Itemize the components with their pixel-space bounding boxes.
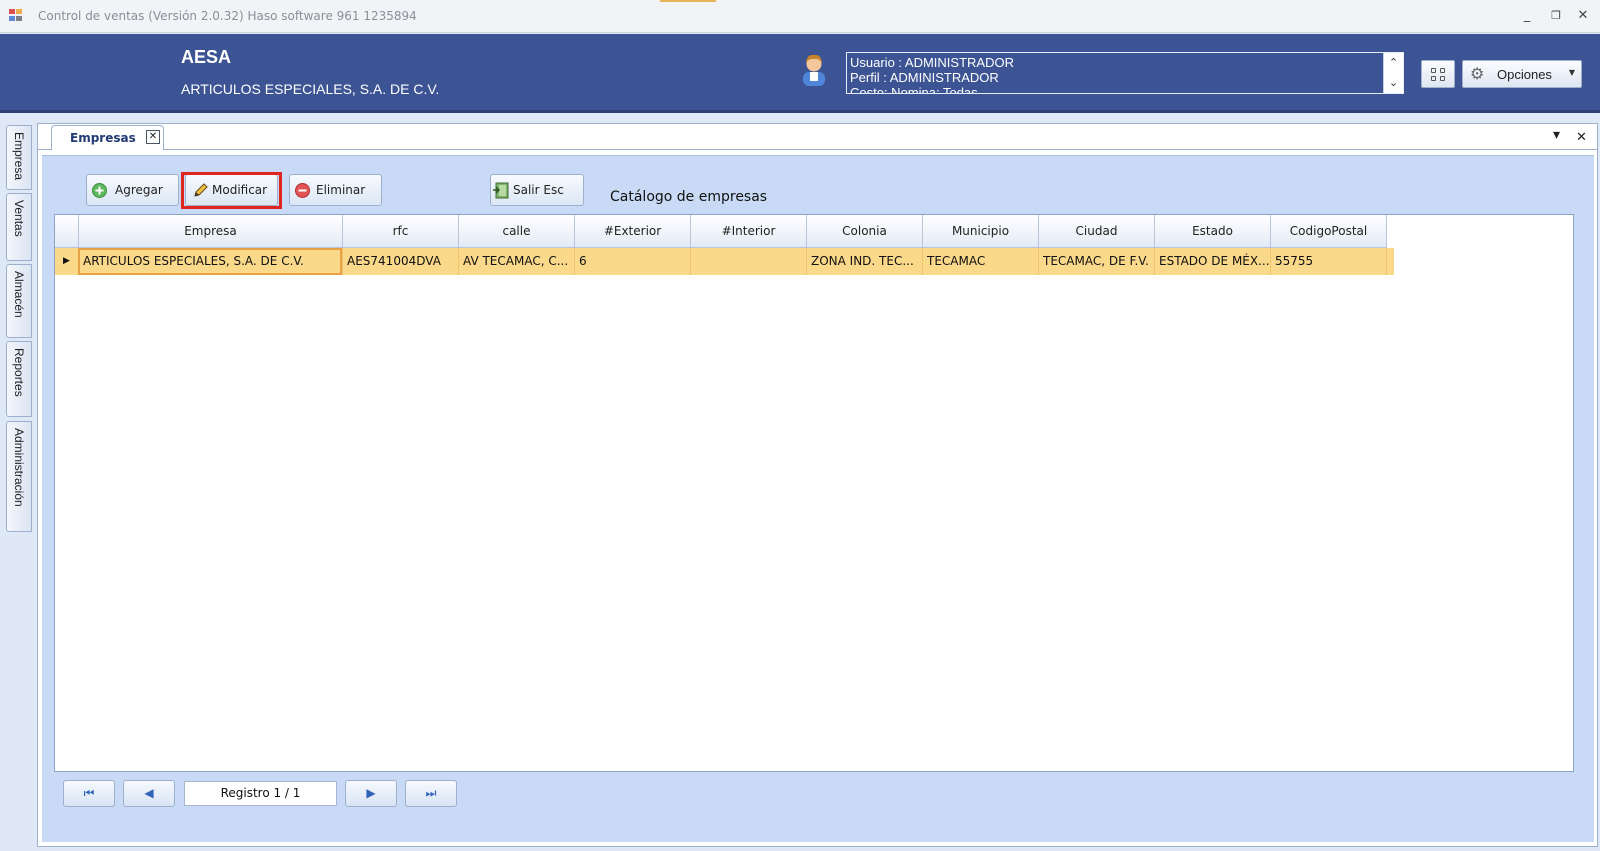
side-tab-label: Administración	[12, 428, 26, 507]
cell-colonia[interactable]: ZONA IND. TEC...	[807, 248, 923, 275]
page-title: Catálogo de empresas	[610, 189, 768, 205]
column-header-calle[interactable]: calle	[459, 215, 575, 248]
prev-icon: ◀	[144, 786, 154, 800]
options-label: Opciones	[1497, 67, 1552, 82]
cell-municipio[interactable]: TECAMAC	[923, 248, 1039, 275]
last-record-button[interactable]: ⏭	[405, 780, 457, 807]
company-name: ARTICULOS ESPECIALES, S.A. DE C.V.	[181, 81, 440, 97]
first-icon: ⏮	[83, 786, 95, 800]
data-grid[interactable]: Empresa rfc calle #Exterior #Interior Co…	[54, 214, 1574, 772]
scroll-up-icon[interactable]: ⌃	[1384, 53, 1403, 73]
chevron-down-icon: ▼	[1568, 68, 1575, 77]
options-button[interactable]: ⚙ Opciones ▼	[1462, 60, 1582, 88]
user-info-lines: Usuario : ADMINISTRADOR Perfil : ADMINIS…	[850, 55, 1370, 93]
user-info-scrollbar[interactable]: ⌃ ⌄	[1383, 53, 1403, 93]
gear-icon: ⚙	[1470, 64, 1485, 83]
column-header-empresa[interactable]: Empresa	[79, 215, 343, 248]
row-indicator-icon: ▶	[63, 256, 70, 266]
window-title: Control de ventas (Versión 2.0.32) Haso …	[38, 9, 417, 23]
side-tab-ventas[interactable]: Ventas	[6, 193, 32, 261]
apps-grid-button[interactable]	[1421, 60, 1455, 88]
column-header-interior[interactable]: #Interior	[691, 215, 807, 248]
cell-rfc[interactable]: AES741004DVA	[343, 248, 459, 275]
title-accent	[660, 0, 716, 2]
record-position-field[interactable]: Registro 1 / 1	[184, 781, 337, 806]
side-tab-label: Almacén	[12, 271, 26, 318]
side-tab-empresa[interactable]: Empresa	[6, 125, 32, 190]
close-button[interactable]: ✕	[1572, 6, 1594, 26]
minimize-button[interactable]: _	[1516, 6, 1538, 26]
grid-icon	[1431, 68, 1436, 73]
close-tab-icon[interactable]: ✕	[146, 130, 160, 144]
column-header-estado[interactable]: Estado	[1155, 215, 1271, 248]
cell-estado[interactable]: ESTADO DE MÉX...	[1155, 248, 1271, 275]
table-row[interactable]: ▶ ARTICULOS ESPECIALES, S.A. DE C.V. AES…	[55, 248, 1394, 275]
side-tab-administracion[interactable]: Administración	[6, 421, 32, 532]
tab-label: Empresas	[70, 131, 136, 145]
cell-ciudad[interactable]: TECAMAC, DE F.V.	[1039, 248, 1155, 275]
side-tab-reportes[interactable]: Reportes	[6, 341, 32, 417]
exit-button[interactable]: Salir Esc	[490, 174, 584, 206]
column-header-exterior[interactable]: #Exterior	[575, 215, 691, 248]
brand-name: AESA	[181, 47, 232, 67]
next-record-button[interactable]: ▶	[345, 780, 397, 807]
column-header-municipio[interactable]: Municipio	[923, 215, 1039, 248]
column-header-codigopostal[interactable]: CodigoPostal	[1271, 215, 1387, 248]
column-header-colonia[interactable]: Colonia	[807, 215, 923, 248]
side-tab-label: Empresa	[12, 132, 26, 181]
focused-cell-outline	[78, 248, 342, 275]
cost-line: Costo: Nomina: Todas	[850, 85, 978, 93]
tab-strip-divider	[37, 149, 1598, 150]
app-icon	[9, 9, 23, 22]
first-record-button[interactable]: ⏮	[63, 780, 115, 807]
title-bar: Control de ventas (Versión 2.0.32) Haso …	[0, 0, 1600, 33]
delete-button[interactable]: Eliminar	[289, 174, 382, 206]
plus-icon	[92, 183, 107, 198]
close-document-icon[interactable]: ✕	[1576, 130, 1587, 145]
add-button[interactable]: Agregar	[86, 174, 179, 206]
exit-door-icon	[493, 182, 509, 199]
cell-codigopostal[interactable]: 55755	[1271, 248, 1387, 275]
side-tab-label: Ventas	[12, 200, 26, 237]
modify-highlight	[181, 172, 282, 209]
cell-interior[interactable]	[691, 248, 807, 275]
profile-line: Perfil : ADMINISTRADOR	[850, 70, 999, 85]
side-tab-label: Reportes	[12, 348, 26, 397]
tab-empresas[interactable]: Empresas ✕	[51, 125, 164, 150]
column-header-rfc[interactable]: rfc	[343, 215, 459, 248]
delete-label: Eliminar	[316, 183, 366, 197]
user-line: Usuario : ADMINISTRADOR	[850, 55, 1014, 70]
cell-exterior[interactable]: 6	[575, 248, 691, 275]
previous-record-button[interactable]: ◀	[123, 780, 175, 807]
app-header: AESA ARTICULOS ESPECIALES, S.A. DE C.V. …	[0, 34, 1600, 113]
add-label: Agregar	[115, 183, 163, 197]
next-icon: ▶	[366, 786, 376, 800]
last-icon: ⏭	[425, 786, 437, 800]
tab-list-dropdown-icon[interactable]: ▾	[1553, 127, 1560, 143]
column-header-ciudad[interactable]: Ciudad	[1039, 215, 1155, 248]
user-avatar-icon	[803, 54, 825, 86]
restore-button[interactable]: ❐	[1545, 6, 1567, 26]
scroll-down-icon[interactable]: ⌄	[1384, 73, 1403, 93]
minus-icon	[295, 183, 310, 198]
user-info-box[interactable]: Usuario : ADMINISTRADOR Perfil : ADMINIS…	[846, 52, 1404, 94]
side-tab-almacen[interactable]: Almacén	[6, 264, 32, 338]
row-header-corner	[55, 215, 79, 248]
cell-calle[interactable]: AV TECAMAC, C...	[459, 248, 575, 275]
exit-label: Salir Esc	[513, 183, 564, 197]
